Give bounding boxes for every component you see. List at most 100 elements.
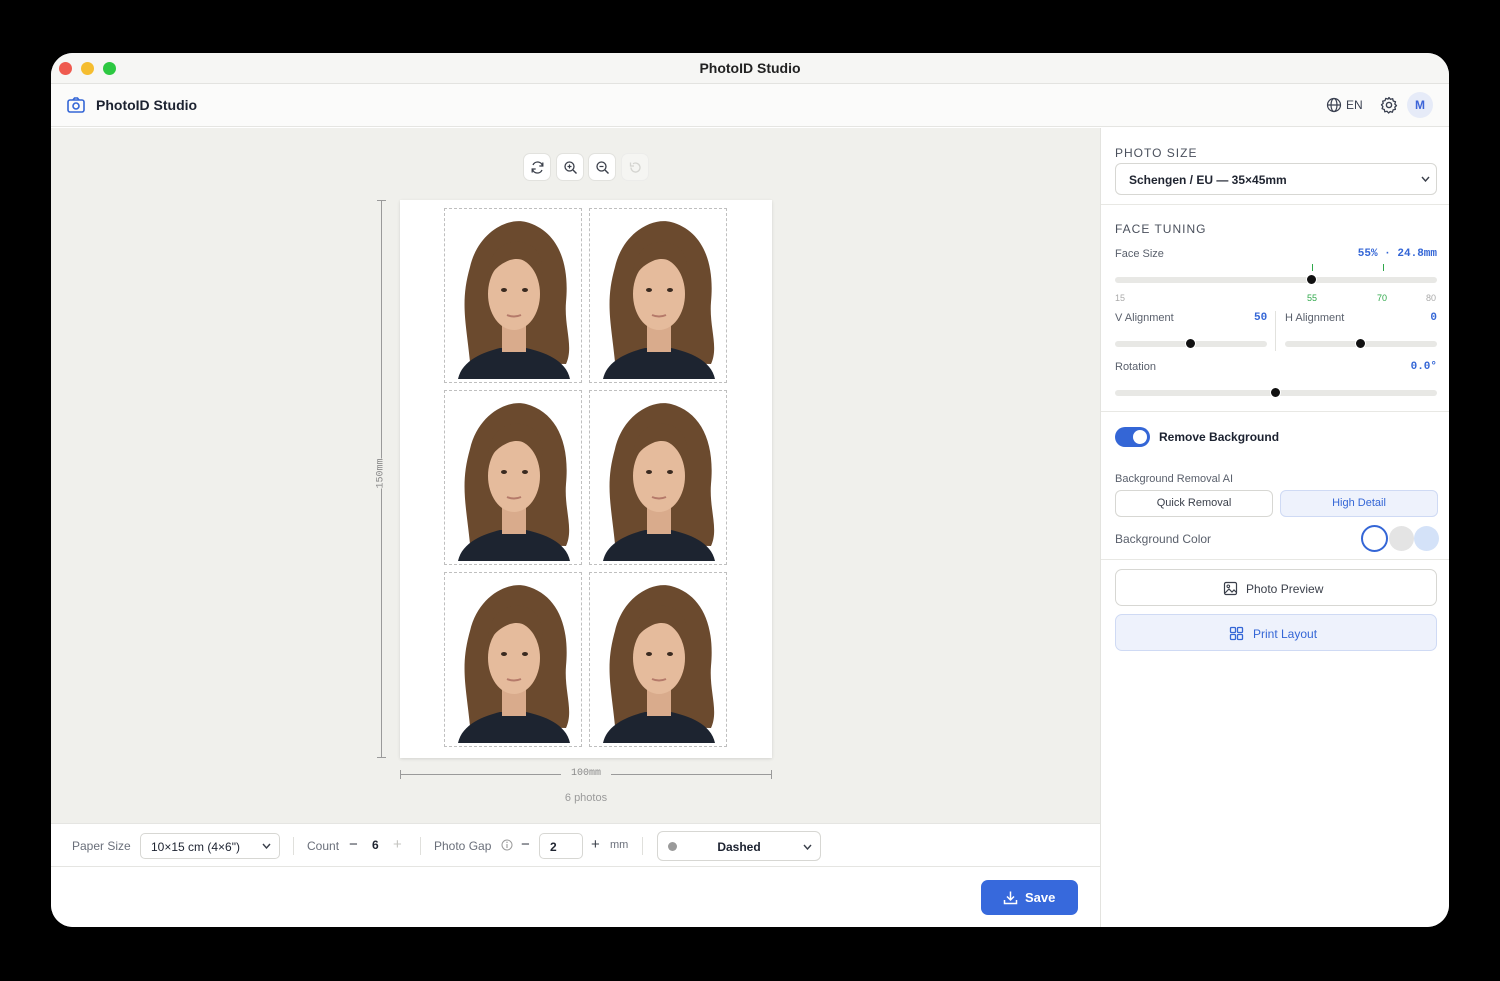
rotation-label: Rotation xyxy=(1115,361,1156,373)
language-selector[interactable]: EN xyxy=(1346,98,1363,112)
photo-preview-label: Photo Preview xyxy=(1246,582,1324,596)
undo-icon xyxy=(629,162,641,173)
v-alignment-value: 50 xyxy=(1254,312,1268,324)
save-label: Save xyxy=(1025,890,1056,905)
save-button[interactable]: Save xyxy=(981,880,1078,915)
remove-background-toggle[interactable] xyxy=(1115,427,1150,447)
range-marker xyxy=(1312,264,1313,271)
globe-icon[interactable] xyxy=(1326,97,1342,113)
face-tuning-heading: FACE TUNING xyxy=(1115,222,1207,236)
settings-panel: PHOTO SIZE Schengen / EU — 35×45mm FACE … xyxy=(1100,128,1449,927)
photo-gap-label: Photo Gap xyxy=(434,839,492,853)
bg-removal-ai-label: Background Removal AI xyxy=(1115,473,1234,485)
reset-view-button[interactable] xyxy=(523,153,551,181)
chevron-down-icon xyxy=(803,844,812,850)
portrait-image xyxy=(448,212,578,379)
id-photo[interactable] xyxy=(589,572,727,747)
print-sheet xyxy=(400,200,772,758)
app-name: PhotoID Studio xyxy=(96,97,198,113)
face-size-slider[interactable] xyxy=(1115,277,1437,283)
quick-removal-option[interactable]: Quick Removal xyxy=(1115,490,1273,517)
bg-color-white-swatch[interactable] xyxy=(1361,525,1388,552)
gap-decrement-button[interactable]: − xyxy=(521,836,530,853)
id-photo[interactable] xyxy=(444,390,582,565)
bg-color-gray-swatch[interactable] xyxy=(1389,526,1414,551)
undo-button[interactable] xyxy=(621,153,649,181)
divider xyxy=(1101,204,1449,205)
face-size-label: Face Size xyxy=(1115,248,1164,260)
id-photo[interactable] xyxy=(589,208,727,383)
divider xyxy=(1101,559,1449,560)
id-photo[interactable] xyxy=(444,572,582,747)
id-photo[interactable] xyxy=(589,390,727,565)
window-title: PhotoID Studio xyxy=(699,60,801,76)
grid-icon xyxy=(1229,626,1244,641)
v-alignment-slider-thumb[interactable] xyxy=(1185,338,1196,349)
info-icon[interactable] xyxy=(501,839,513,851)
cut-line-style-select[interactable]: Dashed xyxy=(657,831,821,861)
layout-toolbar: Paper Size 10×15 cm (4×6") Count − 6 + P… xyxy=(51,823,1100,867)
h-alignment-slider-thumb[interactable] xyxy=(1355,338,1366,349)
download-icon xyxy=(1003,891,1018,905)
rotation-value: 0.0° xyxy=(1410,361,1437,373)
paper-size-select[interactable]: 10×15 cm (4×6") xyxy=(140,833,280,859)
scale-min-label: 15 xyxy=(1115,293,1126,303)
portrait-image xyxy=(448,394,578,561)
footer-bar: Save xyxy=(51,868,1100,927)
divider xyxy=(1275,311,1276,351)
paper-size-label: Paper Size xyxy=(72,839,131,853)
v-alignment-label: V Alignment xyxy=(1115,312,1174,324)
scale-max-label: 80 xyxy=(1426,293,1437,303)
id-photo[interactable] xyxy=(444,208,582,383)
gap-unit-label: mm xyxy=(610,839,629,851)
count-label: Count xyxy=(307,839,340,853)
zoom-in-button[interactable] xyxy=(556,153,584,181)
scale-high-label: 70 xyxy=(1377,293,1388,303)
divider xyxy=(1101,411,1449,412)
gear-icon[interactable] xyxy=(1380,96,1398,114)
photo-size-select[interactable]: Schengen / EU — 35×45mm xyxy=(1115,163,1437,195)
width-dimension-label: 100mm xyxy=(561,768,611,779)
remove-background-label: Remove Background xyxy=(1159,430,1280,444)
paper-size-value: 10×15 cm (4×6") xyxy=(151,840,240,854)
range-marker xyxy=(1383,264,1384,271)
portrait-image xyxy=(448,576,578,743)
photo-count-label: 6 photos xyxy=(564,792,608,804)
h-alignment-label: H Alignment xyxy=(1285,312,1345,324)
count-decrement-button[interactable]: − xyxy=(349,836,358,853)
title-bar: PhotoID Studio xyxy=(51,53,1449,84)
portrait-image xyxy=(593,394,723,561)
bg-color-label: Background Color xyxy=(1115,532,1212,546)
high-detail-option[interactable]: High Detail xyxy=(1280,490,1438,517)
bg-color-blue-swatch[interactable] xyxy=(1414,526,1439,551)
photo-gap-input[interactable]: 2 xyxy=(539,833,583,859)
print-layout-button[interactable]: Print Layout xyxy=(1115,614,1437,651)
face-size-slider-thumb[interactable] xyxy=(1306,274,1317,285)
camera-icon xyxy=(67,97,85,113)
app-header: PhotoID Studio EN M xyxy=(51,84,1449,127)
rotation-slider-thumb[interactable] xyxy=(1270,387,1281,398)
divider xyxy=(293,837,294,855)
face-size-value: 55% · 24.8mm xyxy=(1357,248,1437,260)
portrait-image xyxy=(593,212,723,379)
zoom-out-icon xyxy=(596,161,609,174)
chevron-down-icon xyxy=(262,843,271,849)
count-value: 6 xyxy=(372,838,379,852)
print-canvas: 150mm 100mm 6 photos xyxy=(51,128,1100,823)
zoom-out-button[interactable] xyxy=(588,153,616,181)
photo-size-heading: PHOTO SIZE xyxy=(1115,146,1198,160)
h-alignment-value: 0 xyxy=(1430,312,1437,324)
app-window: PhotoID Studio PhotoID Studio EN M 150mm xyxy=(51,53,1449,927)
refresh-icon xyxy=(531,161,544,174)
zoom-in-icon xyxy=(564,161,577,174)
photo-preview-button[interactable]: Photo Preview xyxy=(1115,569,1437,606)
count-increment-button[interactable]: + xyxy=(393,836,402,853)
divider xyxy=(420,837,421,855)
height-dimension-label: 150mm xyxy=(375,458,387,489)
avatar[interactable]: M xyxy=(1407,92,1433,118)
gap-increment-button[interactable]: + xyxy=(591,836,600,853)
scale-low-label: 55 xyxy=(1307,293,1318,303)
image-icon xyxy=(1223,581,1238,596)
divider xyxy=(642,837,643,855)
chevron-down-icon xyxy=(1421,176,1430,182)
